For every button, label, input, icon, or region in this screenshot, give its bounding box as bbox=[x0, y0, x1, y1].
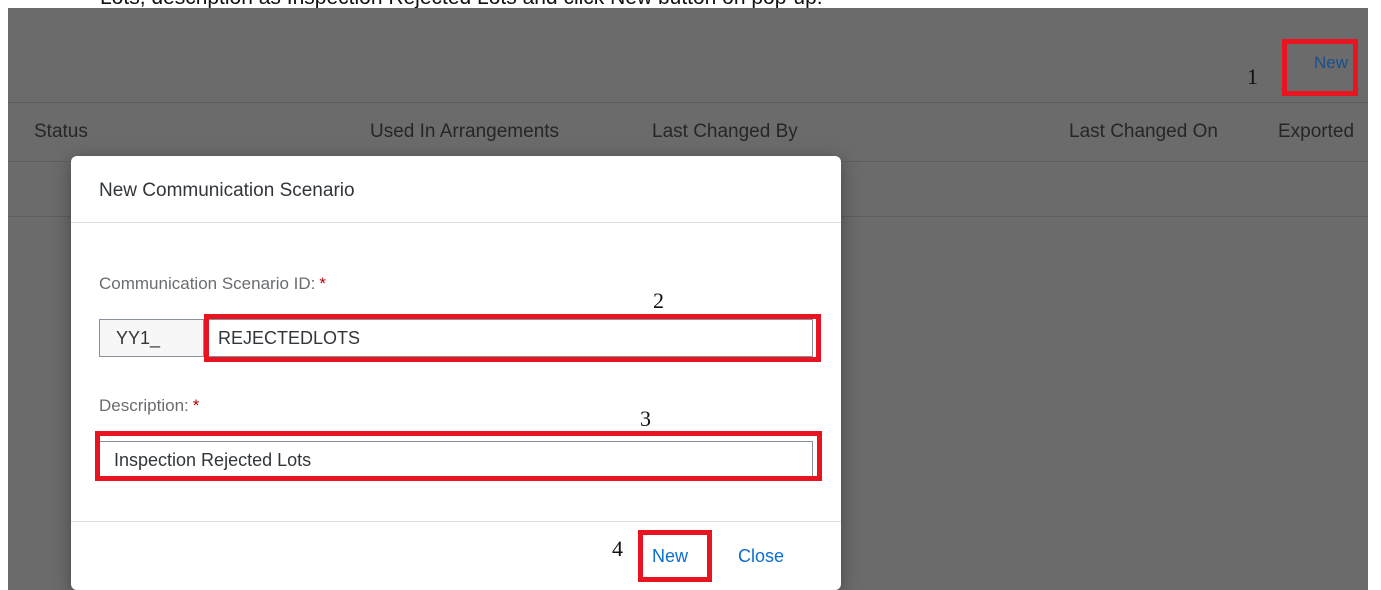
column-used-in-arrangements[interactable]: Used In Arrangements bbox=[370, 121, 559, 143]
callout-number-4: 4 bbox=[612, 536, 623, 561]
callout-box-2 bbox=[204, 314, 821, 362]
callout-box-4 bbox=[638, 530, 712, 582]
required-marker: * bbox=[192, 396, 200, 415]
callout-number-1: 1 bbox=[1247, 64, 1258, 89]
dialog-footer: New Close bbox=[71, 521, 841, 590]
description-label-text: Description: bbox=[99, 396, 189, 415]
dialog-close-button[interactable]: Close bbox=[738, 546, 784, 567]
column-last-changed-by[interactable]: Last Changed By bbox=[652, 121, 798, 143]
required-marker: * bbox=[319, 274, 326, 293]
dialog-header: New Communication Scenario bbox=[71, 156, 841, 223]
new-communication-scenario-dialog: New Communication Scenario Communication… bbox=[71, 156, 841, 590]
table-toolbar: New bbox=[8, 8, 1368, 103]
column-exported[interactable]: Exported bbox=[1278, 121, 1354, 143]
scenario-id-label: Communication Scenario ID: * bbox=[99, 274, 326, 294]
callout-number-3: 3 bbox=[640, 406, 651, 431]
callout-box-1 bbox=[1282, 39, 1358, 96]
callout-box-3 bbox=[95, 431, 822, 481]
scenario-id-label-text: Communication Scenario ID: bbox=[99, 274, 316, 293]
callout-number-2: 2 bbox=[653, 288, 664, 313]
table-header: Status Used In Arrangements Last Changed… bbox=[8, 103, 1368, 162]
dialog-title: New Communication Scenario bbox=[99, 180, 355, 201]
scenario-id-prefix: YY1_ bbox=[99, 319, 203, 357]
description-label: Description: * bbox=[99, 396, 199, 416]
app-screenshot: New Status Used In Arrangements Last Cha… bbox=[8, 8, 1368, 590]
column-status[interactable]: Status bbox=[34, 121, 88, 143]
column-last-changed-on[interactable]: Last Changed On bbox=[1069, 121, 1218, 143]
